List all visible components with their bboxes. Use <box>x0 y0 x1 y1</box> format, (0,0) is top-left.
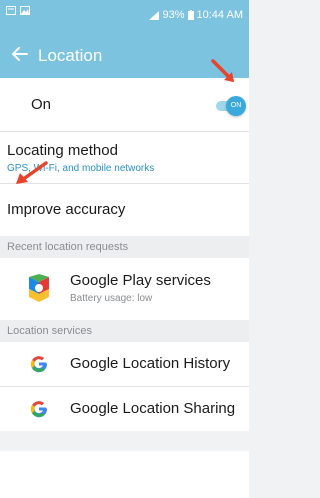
section-header-text: Recent location requests <box>7 241 129 253</box>
status-time: 10:44 AM <box>196 9 243 21</box>
battery-percent: 93% <box>162 9 185 21</box>
list-bottom-area <box>0 451 249 498</box>
status-bar-system: 93% 10:44 AM <box>149 9 243 21</box>
app-battery-usage: Battery usage: low <box>70 293 153 304</box>
arrow-left-icon[interactable] <box>10 44 30 64</box>
service-name: Google Location History <box>70 355 231 372</box>
google-play-services-icon <box>29 274 49 302</box>
list-item-google-location-history[interactable]: Google Location History <box>0 342 249 386</box>
status-bar: 93% 10:44 AM <box>0 0 249 33</box>
improve-accuracy-label: Improve accuracy <box>7 201 126 218</box>
location-services-header: Location services <box>0 320 249 342</box>
locating-method-label: Locating method <box>7 142 118 159</box>
recent-requests-header: Recent location requests <box>0 236 249 258</box>
location-toggle[interactable]: ON <box>216 96 246 116</box>
toggle-knob: ON <box>226 96 246 116</box>
annotation-arrow-improve-accuracy <box>16 161 48 184</box>
image-icon <box>20 6 30 15</box>
service-name: Google Location Sharing <box>70 400 236 417</box>
google-g-icon <box>30 401 48 418</box>
app-name: Google Play services <box>70 272 211 289</box>
section-header-text: Location services <box>7 325 92 337</box>
improve-accuracy-row[interactable]: Improve accuracy <box>0 184 249 236</box>
master-toggle-label: On <box>31 96 52 113</box>
status-bar-notifications <box>6 6 30 15</box>
page-title: Location <box>38 46 103 65</box>
list-item-google-location-sharing[interactable]: Google Location Sharing <box>0 387 249 431</box>
message-icon <box>6 6 16 15</box>
annotation-arrow-toggle <box>211 59 234 82</box>
signal-icon <box>149 10 160 20</box>
battery-icon <box>187 10 194 20</box>
list-item-google-play-services[interactable]: Google Play services Battery usage: low <box>0 258 249 320</box>
google-g-icon <box>30 356 48 373</box>
